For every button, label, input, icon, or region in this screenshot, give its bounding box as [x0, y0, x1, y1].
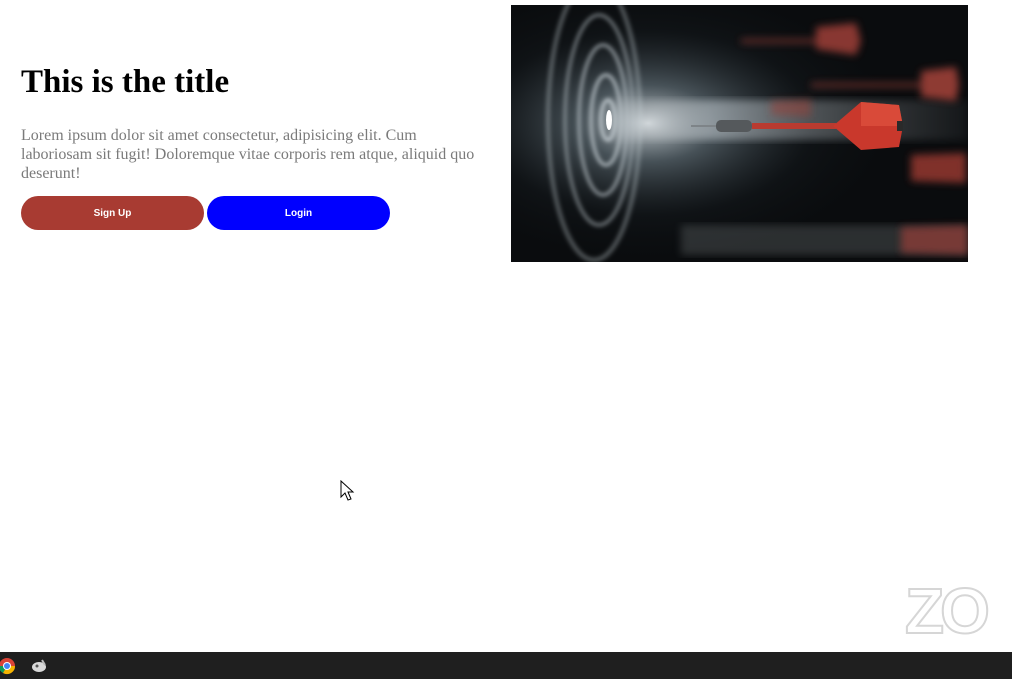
sign-up-button[interactable]: Sign Up — [21, 196, 204, 230]
button-row: Sign Up Login — [21, 196, 390, 230]
hero-text: This is the title Lorem ipsum dolor sit … — [21, 60, 491, 183]
hero-description: Lorem ipsum dolor sit amet consectetur, … — [21, 127, 475, 182]
chrome-icon[interactable] — [0, 657, 16, 675]
taskbar — [0, 652, 1012, 679]
page-title: This is the title — [21, 64, 230, 100]
login-button[interactable]: Login — [207, 196, 390, 230]
app-icon[interactable] — [30, 657, 48, 675]
dart-target-image — [511, 5, 968, 262]
zoom-watermark-logo: ZO — [904, 575, 991, 647]
mouse-cursor-icon — [340, 480, 355, 501]
page: This is the title Lorem ipsum dolor sit … — [0, 0, 1012, 679]
